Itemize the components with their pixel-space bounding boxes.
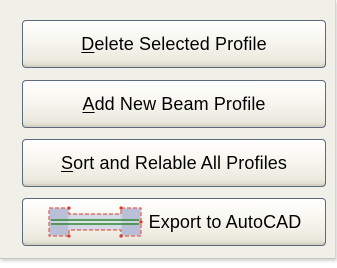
sort-mnemonic: S [60,152,74,173]
add-new-beam-profile-button[interactable]: Add New Beam Profile [22,80,326,128]
delete-label-rest: elete Selected Profile [94,33,267,54]
delete-selected-profile-button[interactable]: Delete Selected Profile [22,20,326,68]
beam-profile-icon [47,206,143,238]
add-label-rest: dd New Beam Profile [94,93,266,114]
add-mnemonic: A [82,93,95,114]
delete-mnemonic: D [81,33,95,54]
export-to-autocad-button[interactable]: Export to AutoCAD [22,198,326,246]
profile-actions-panel: Delete Selected Profile Add New Beam Pro… [0,0,336,259]
sort-and-relable-label: Sort and Relable All Profiles [61,153,287,174]
sort-label-rest: ort and Relable All Profiles [73,152,288,173]
sort-and-relable-profiles-button[interactable]: Sort and Relable All Profiles [22,139,326,187]
add-new-beam-profile-label: Add New Beam Profile [82,94,265,115]
delete-selected-profile-label: Delete Selected Profile [81,34,266,55]
export-to-autocad-label: Export to AutoCAD [148,211,302,232]
